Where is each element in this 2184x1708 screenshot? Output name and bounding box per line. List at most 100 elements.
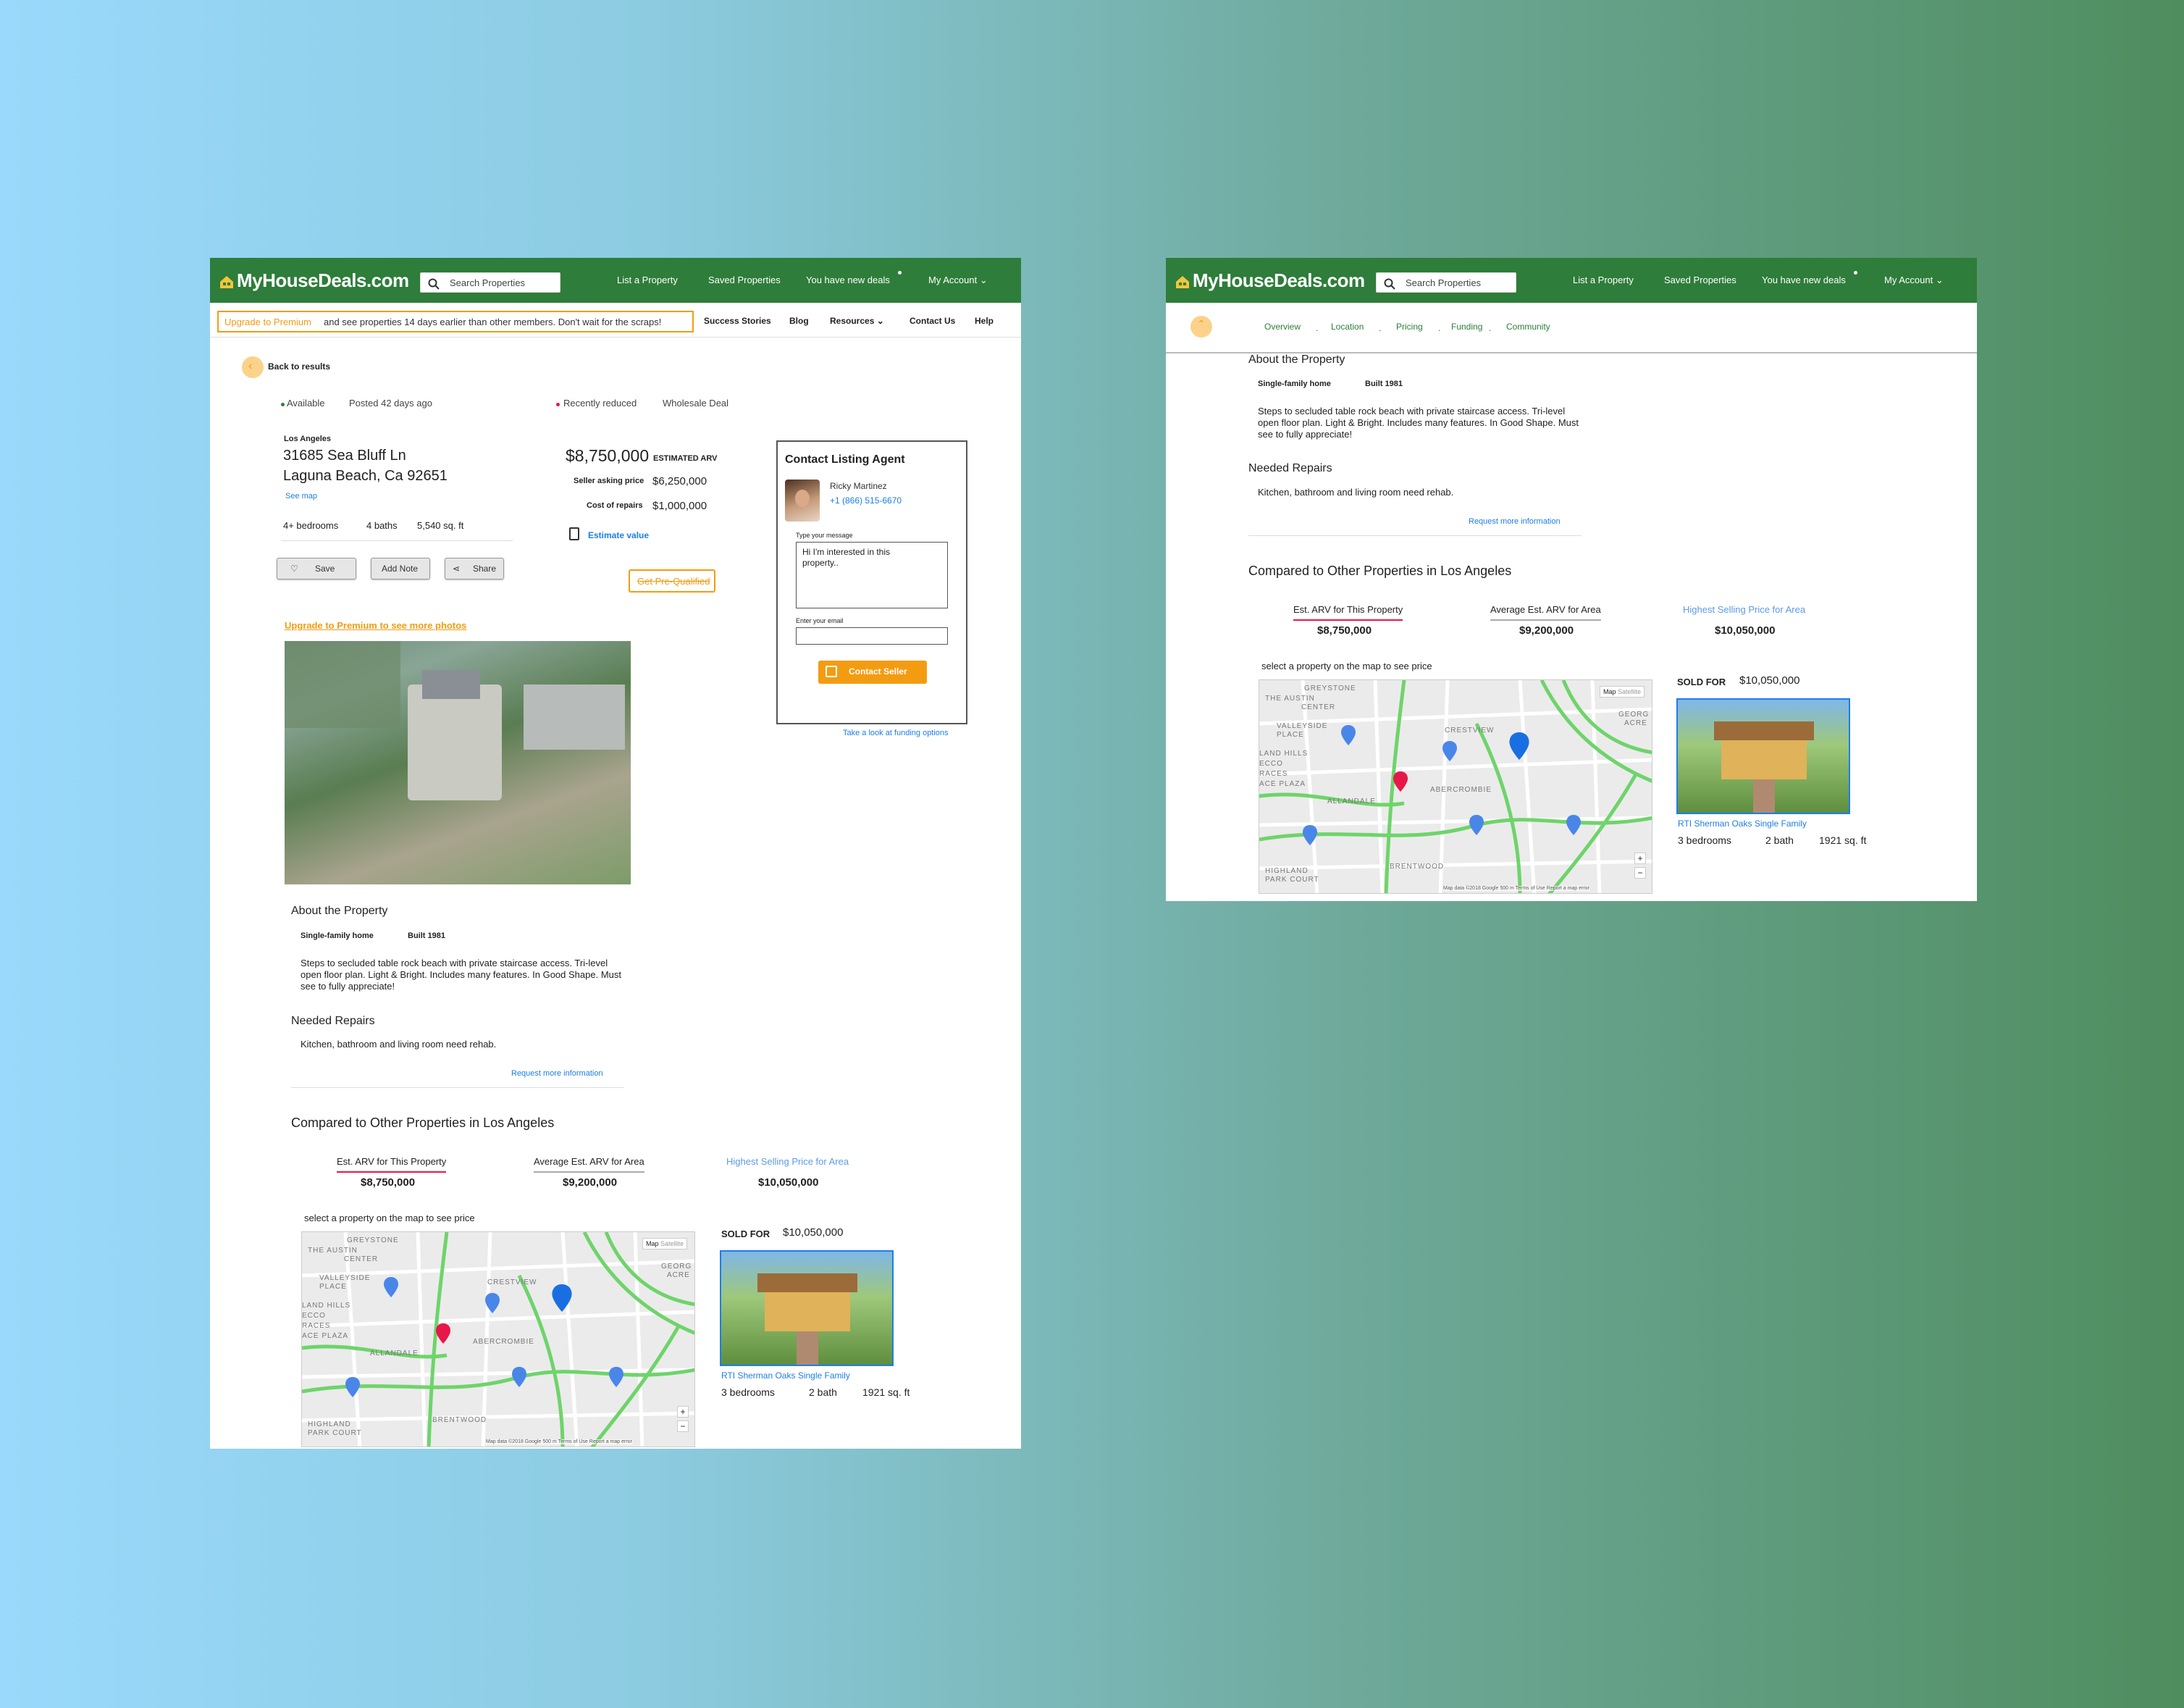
message-textarea[interactable]: Hi I'm interested in this property.. xyxy=(796,542,948,608)
save-button[interactable]: ♡ Save xyxy=(277,558,356,579)
back-arrow-icon[interactable]: ⌃ xyxy=(1190,316,1212,338)
zoom-in-button[interactable]: + xyxy=(677,1406,689,1418)
see-map-link[interactable]: See map xyxy=(285,492,317,501)
email-field[interactable] xyxy=(796,627,948,645)
property-city: Los Angeles xyxy=(284,435,331,443)
compare-label-average[interactable]: Average Est. ARV for Area xyxy=(1490,604,1601,621)
map-pin-icon[interactable] xyxy=(1341,725,1356,745)
logo[interactable]: MyHouseDeals.com xyxy=(219,269,409,292)
premium-photos-link[interactable]: Upgrade to Premium to see more photos xyxy=(285,620,466,631)
tab-pricing[interactable]: Pricing xyxy=(1396,322,1423,332)
link-blog[interactable]: Blog xyxy=(789,316,809,326)
property-description: Steps to secluded table rock beach with … xyxy=(301,958,621,992)
estimate-value-link[interactable]: Estimate value xyxy=(588,530,649,540)
sub-navigation: Upgrade to Premium and see properties 14… xyxy=(210,303,1021,338)
nav-my-account[interactable]: My Account ⌄ xyxy=(928,275,988,286)
map-pin-icon[interactable] xyxy=(384,1277,398,1297)
prequalified-button[interactable]: Get Pre-Qualified xyxy=(629,569,715,593)
area-map[interactable]: GREYSTONE THE AUSTIN CENTER VALLEYSIDE P… xyxy=(1259,679,1652,894)
map-pin-icon[interactable] xyxy=(609,1367,623,1387)
arv-value: $8,750,000 xyxy=(566,446,650,465)
neighbor-house xyxy=(524,685,625,750)
nav-list-property[interactable]: List a Property xyxy=(1573,275,1634,285)
compare-label-average[interactable]: Average Est. ARV for Area xyxy=(534,1156,644,1173)
logo[interactable]: MyHouseDeals.com xyxy=(1175,269,1365,292)
compare-value-highest: $10,050,000 xyxy=(758,1176,819,1189)
map-label: ECCO xyxy=(302,1312,326,1320)
chat-icon xyxy=(826,666,837,677)
comparable-photo[interactable] xyxy=(720,1250,894,1366)
property-type: Single-family home xyxy=(301,932,374,940)
link-success-stories[interactable]: Success Stories xyxy=(704,316,771,326)
comparable-name-link[interactable]: RTI Sherman Oaks Single Family xyxy=(721,1370,850,1381)
request-info-link[interactable]: Request more information xyxy=(511,1069,603,1078)
search-input[interactable]: Search Properties xyxy=(420,272,560,293)
funding-link[interactable]: Take a look at funding options xyxy=(843,729,949,737)
map-pin-icon[interactable] xyxy=(512,1367,526,1387)
map-label: ALLANDALE xyxy=(370,1349,419,1357)
map-pin-icon[interactable] xyxy=(345,1377,360,1397)
back-arrow-icon[interactable]: ‹ xyxy=(242,356,264,378)
compare-label-highest[interactable]: Highest Selling Price for Area xyxy=(1683,604,1805,615)
compare-label-arv[interactable]: Est. ARV for This Property xyxy=(1293,604,1403,621)
map-pin-icon[interactable] xyxy=(1509,732,1529,760)
request-info-link[interactable]: Request more information xyxy=(1469,517,1561,526)
link-help[interactable]: Help xyxy=(975,316,994,326)
nav-list-property[interactable]: List a Property xyxy=(617,275,678,285)
comp-roof-shape xyxy=(757,1273,857,1292)
nav-new-deals[interactable]: You have new deals xyxy=(806,275,890,285)
section-tabs: ⌃ Overview . Location . Pricing . Fundin… xyxy=(1166,303,1977,353)
map-pin-icon[interactable] xyxy=(485,1293,500,1313)
arv-label: ESTIMATED ARV xyxy=(653,454,718,463)
upgrade-link[interactable]: Upgrade to Premium xyxy=(224,317,311,327)
nav-my-account[interactable]: My Account ⌄ xyxy=(1884,275,1944,286)
map-label: ABERCROMBIE xyxy=(1430,786,1492,794)
map-pin-icon[interactable] xyxy=(552,1284,572,1312)
link-resources[interactable]: Resources ⌄ xyxy=(830,316,884,326)
map-pin-icon[interactable] xyxy=(1566,815,1581,835)
zoom-out-button[interactable]: − xyxy=(677,1420,689,1432)
search-icon xyxy=(1384,278,1395,290)
back-to-results[interactable]: Back to results xyxy=(268,361,330,372)
area-map[interactable]: GREYSTONE THE AUSTIN CENTER VALLEYSIDE P… xyxy=(301,1231,695,1447)
comparable-name-link[interactable]: RTI Sherman Oaks Single Family xyxy=(1678,819,1807,829)
tab-location[interactable]: Location xyxy=(1331,322,1364,332)
map-footer: Map data ©2018 Google 500 m Terms of Use… xyxy=(486,1439,632,1444)
map-view-toggle[interactable]: Map Satellite xyxy=(642,1238,688,1249)
map-pin-icon[interactable] xyxy=(1442,741,1457,761)
map-pin-icon[interactable] xyxy=(1469,815,1484,835)
map-pin-selected-icon[interactable] xyxy=(1393,771,1408,792)
property-photo[interactable] xyxy=(285,641,631,884)
agent-phone[interactable]: +1 (866) 515-6670 xyxy=(830,495,902,506)
tab-separator: . xyxy=(1438,323,1441,333)
tab-overview[interactable]: Overview xyxy=(1264,322,1301,332)
nav-saved-properties[interactable]: Saved Properties xyxy=(708,275,781,285)
add-note-button[interactable]: Add Note xyxy=(371,558,430,579)
tab-community[interactable]: Community xyxy=(1506,322,1550,332)
map-view-toggle[interactable]: Map Satellite xyxy=(1600,686,1645,698)
map-label: LAND HILLS xyxy=(302,1302,351,1310)
map-label: GREYSTONE xyxy=(347,1236,399,1244)
link-contact-us[interactable]: Contact Us xyxy=(910,316,955,326)
tab-funding[interactable]: Funding xyxy=(1451,322,1482,332)
nav-new-deals[interactable]: You have new deals xyxy=(1762,275,1846,285)
comp-roof-shape xyxy=(1714,721,1814,740)
logo-house-icon xyxy=(1176,276,1189,288)
search-input[interactable]: Search Properties xyxy=(1376,272,1516,293)
share-button[interactable]: ⋖ Share xyxy=(445,558,504,579)
map-label: LAND HILLS xyxy=(1259,750,1309,758)
chevron-down-icon: ⌄ xyxy=(979,275,988,285)
available-dot xyxy=(281,403,285,406)
compare-label-arv[interactable]: Est. ARV for This Property xyxy=(337,1156,447,1173)
comparable-photo[interactable] xyxy=(1676,698,1850,814)
map-pin-selected-icon[interactable] xyxy=(436,1323,450,1344)
map-label: CENTER xyxy=(1301,703,1336,711)
map-pin-icon[interactable] xyxy=(1303,825,1317,845)
compare-label-highest[interactable]: Highest Selling Price for Area xyxy=(726,1156,849,1167)
map-label: CENTER xyxy=(344,1255,379,1263)
contact-seller-button[interactable]: Contact Seller xyxy=(818,661,927,684)
nav-saved-properties[interactable]: Saved Properties xyxy=(1664,275,1736,285)
zoom-in-button[interactable]: + xyxy=(1634,853,1646,864)
map-label: HIGHLAND xyxy=(308,1420,351,1428)
zoom-out-button[interactable]: − xyxy=(1634,867,1646,879)
